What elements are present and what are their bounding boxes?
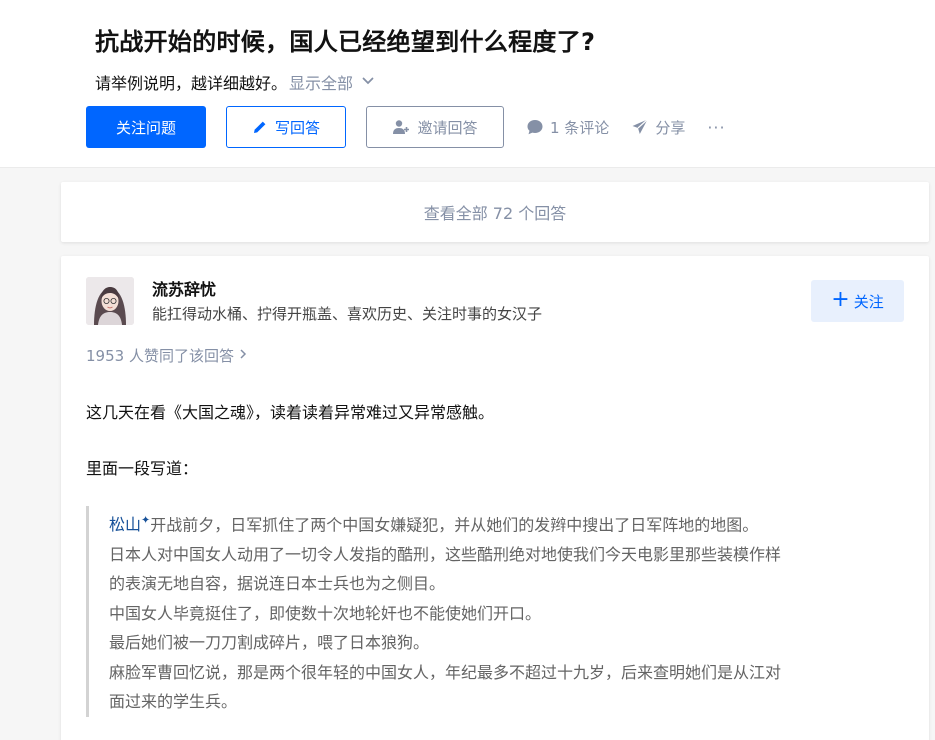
- paper-plane-icon: [631, 118, 649, 136]
- show-all-label: 显示全部: [289, 74, 354, 93]
- invite-user-icon: [392, 119, 410, 135]
- more-options-button[interactable]: ···: [707, 118, 725, 137]
- sparkle-icon: ✦: [141, 514, 151, 527]
- avatar[interactable]: [86, 277, 134, 325]
- answer-paragraph: 这几天在看《大国之魂》，读着读着异常难过又异常感触。: [86, 403, 495, 422]
- quote-line: 日本人对中国女人动用了一切令人发指的酷刑，这些酷刑绝对地使我们今天电影里那些装模…: [109, 544, 782, 564]
- plus-icon: +: [831, 287, 850, 312]
- quote-line: 麻脸军曹回忆说，那是两个很年轻的中国女人，年纪最多不超过十九岁，后来查明她们是从…: [109, 662, 782, 682]
- quote-line: 中国女人毕竟挺住了，即使数十次地轮奸也不能使她们开口。: [109, 603, 542, 623]
- author-name[interactable]: 流苏辞忧: [152, 276, 216, 300]
- keyword-link-label: 松山: [109, 515, 142, 535]
- follow-author-button[interactable]: + 关注: [811, 280, 904, 322]
- write-answer-button[interactable]: 写回答: [226, 106, 346, 148]
- chevron-right-icon: [238, 348, 248, 364]
- quote-line: 松山✦开战前夕，日军抓住了两个中国女嫌疑犯，并从她们的发辫中搜出了日军阵地的地图…: [109, 506, 906, 540]
- comments-label: 1 条评论: [550, 118, 610, 137]
- share-label: 分享: [655, 118, 686, 137]
- pencil-icon: [252, 119, 268, 135]
- quote-line: 面过来的学生兵。: [109, 692, 238, 712]
- question-detail-text: 请举例说明，越详细越好。: [95, 74, 288, 93]
- invite-answer-label: 邀请回答: [417, 118, 478, 137]
- question-detail: 请举例说明，越详细越好。 显示全部: [95, 70, 375, 94]
- vote-count[interactable]: 1953 人赞同了该回答: [86, 345, 248, 366]
- question-actions: 关注问题 写回答 邀请回答 1 条评论 分享 ···: [86, 106, 726, 148]
- view-all-answers-button[interactable]: 查看全部 72 个回答: [61, 182, 929, 242]
- comment-bubble-icon: [526, 118, 544, 136]
- invite-answer-button[interactable]: 邀请回答: [366, 106, 504, 148]
- chevron-down-icon: [361, 74, 375, 92]
- quote-line: 的表演无地自容，据说连日本士兵也为之侧目。: [109, 574, 446, 594]
- answer-paragraph: 里面一段写道：: [86, 459, 199, 478]
- follow-question-button[interactable]: 关注问题: [86, 106, 206, 148]
- write-answer-label: 写回答: [274, 118, 320, 137]
- follow-question-label: 关注问题: [115, 118, 176, 137]
- share-button[interactable]: 分享: [631, 117, 685, 138]
- blockquote: 松山✦开战前夕，日军抓住了两个中国女嫌疑犯，并从她们的发辫中搜出了日军阵地的地图…: [86, 506, 906, 717]
- quote-line-rest: 开战前夕，日军抓住了两个中国女嫌疑犯，并从她们的发辫中搜出了日军阵地的地图。: [150, 515, 759, 535]
- question-title: 抗战开始的时候，国人已经绝望到什么程度了?: [95, 28, 596, 56]
- author-bio: 能扛得动水桶、拧得开瓶盖、喜欢历史、关注时事的女汉子: [152, 305, 543, 323]
- quote-line: 最后她们被一刀刀割成碎片，喂了日本狼狗。: [109, 633, 430, 653]
- comments-button[interactable]: 1 条评论: [526, 117, 609, 138]
- follow-author-label: 关注: [853, 292, 884, 311]
- view-all-answers-label: 查看全部 72 个回答: [423, 204, 567, 223]
- keyword-link-songshan[interactable]: 松山✦: [109, 514, 151, 535]
- answer-card: 流苏辞忧 能扛得动水桶、拧得开瓶盖、喜欢历史、关注时事的女汉子 + 关注 195…: [61, 256, 929, 740]
- vote-count-label: 1953 人赞同了该回答: [86, 347, 234, 365]
- show-all-button[interactable]: 显示全部: [289, 70, 375, 94]
- question-header: 抗战开始的时候，国人已经绝望到什么程度了? 请举例说明，越详细越好。 显示全部 …: [0, 0, 935, 168]
